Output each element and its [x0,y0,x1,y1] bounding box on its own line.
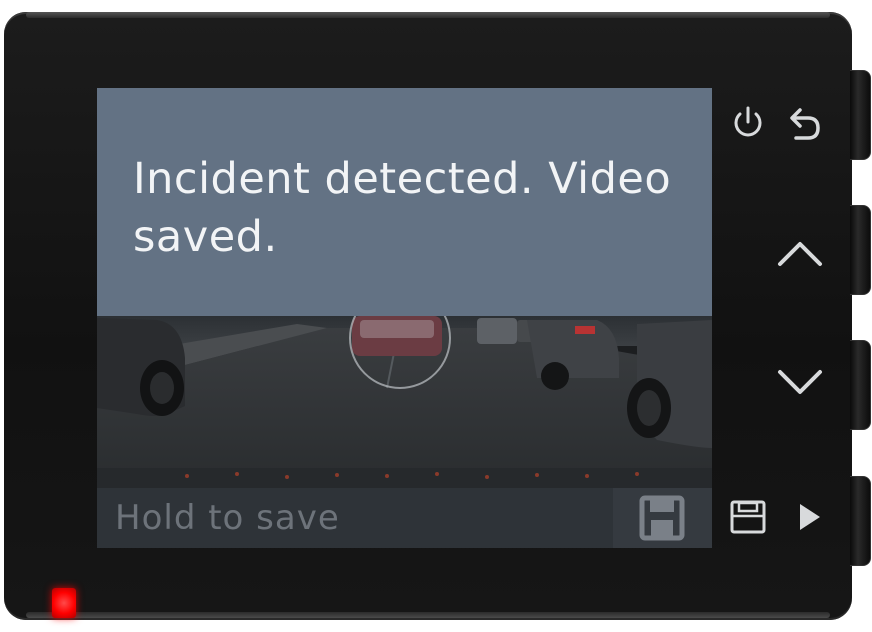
play-icon [800,504,820,530]
dashcam-view: Incident detected. Video saved. Hold to … [0,0,872,632]
hardware-button-up[interactable] [850,205,871,295]
recording-led [52,588,76,618]
incident-alert-message: Incident detected. Video saved. [133,154,672,262]
device-top-edge [26,12,830,18]
hold-to-save-label: Hold to save [115,498,340,538]
hardware-button-down[interactable] [850,340,871,430]
chevron-up-icon [778,242,822,266]
power-icon [734,106,762,137]
hardware-button-power-back[interactable] [850,70,871,160]
save-icon [730,500,766,534]
save-icon [639,495,685,541]
hardware-button-save-play[interactable] [850,476,871,566]
screen: Incident detected. Video saved. Hold to … [97,88,712,548]
chevron-down-icon [778,370,822,394]
device-bottom-edge [26,612,830,618]
back-arrow-icon [790,108,820,140]
